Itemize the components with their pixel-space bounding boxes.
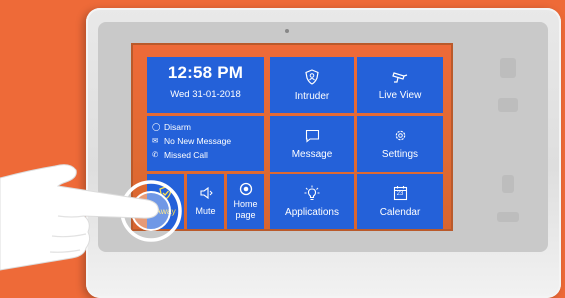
mute-button[interactable]: Mute bbox=[187, 174, 224, 229]
side-key-icon[interactable] bbox=[497, 212, 519, 222]
side-unlock-icon[interactable] bbox=[500, 58, 516, 78]
home-page-button[interactable]: Home page bbox=[227, 174, 264, 229]
calendar-button[interactable]: 23 Calendar bbox=[357, 174, 443, 229]
message-icon bbox=[305, 129, 320, 143]
intruder-shield-icon bbox=[305, 68, 319, 85]
camera-icon bbox=[391, 70, 409, 84]
shield-icon: ◯ bbox=[152, 122, 161, 131]
side-call-icon[interactable] bbox=[502, 175, 514, 193]
intruder-button[interactable]: Intruder bbox=[270, 57, 354, 113]
status-disarm[interactable]: ◯ Disarm bbox=[147, 120, 264, 134]
camera-lens bbox=[285, 29, 289, 33]
live-view-button[interactable]: Live View bbox=[357, 57, 443, 113]
clock-date: Wed 31-01-2018 bbox=[170, 89, 241, 100]
speaker-mute-icon bbox=[199, 186, 213, 200]
settings-button[interactable]: Settings bbox=[357, 116, 443, 172]
home-icon bbox=[239, 182, 253, 196]
side-monitor-icon[interactable] bbox=[498, 98, 518, 112]
message-button[interactable]: Message bbox=[270, 116, 354, 172]
calendar-day: 23 bbox=[396, 191, 404, 197]
envelope-icon: ✉ bbox=[152, 136, 159, 145]
applications-button[interactable]: Applications bbox=[270, 174, 354, 229]
calendar-icon: 23 bbox=[393, 185, 408, 201]
clock-tile: 12:58 PM Wed 31-01-2018 bbox=[147, 57, 264, 113]
pointing-hand-illustration bbox=[0, 164, 159, 271]
status-messages[interactable]: ✉ No New Message bbox=[147, 134, 264, 148]
clock-time: 12:58 PM bbox=[167, 63, 244, 82]
lightbulb-icon bbox=[304, 185, 320, 201]
gear-icon bbox=[393, 128, 408, 143]
